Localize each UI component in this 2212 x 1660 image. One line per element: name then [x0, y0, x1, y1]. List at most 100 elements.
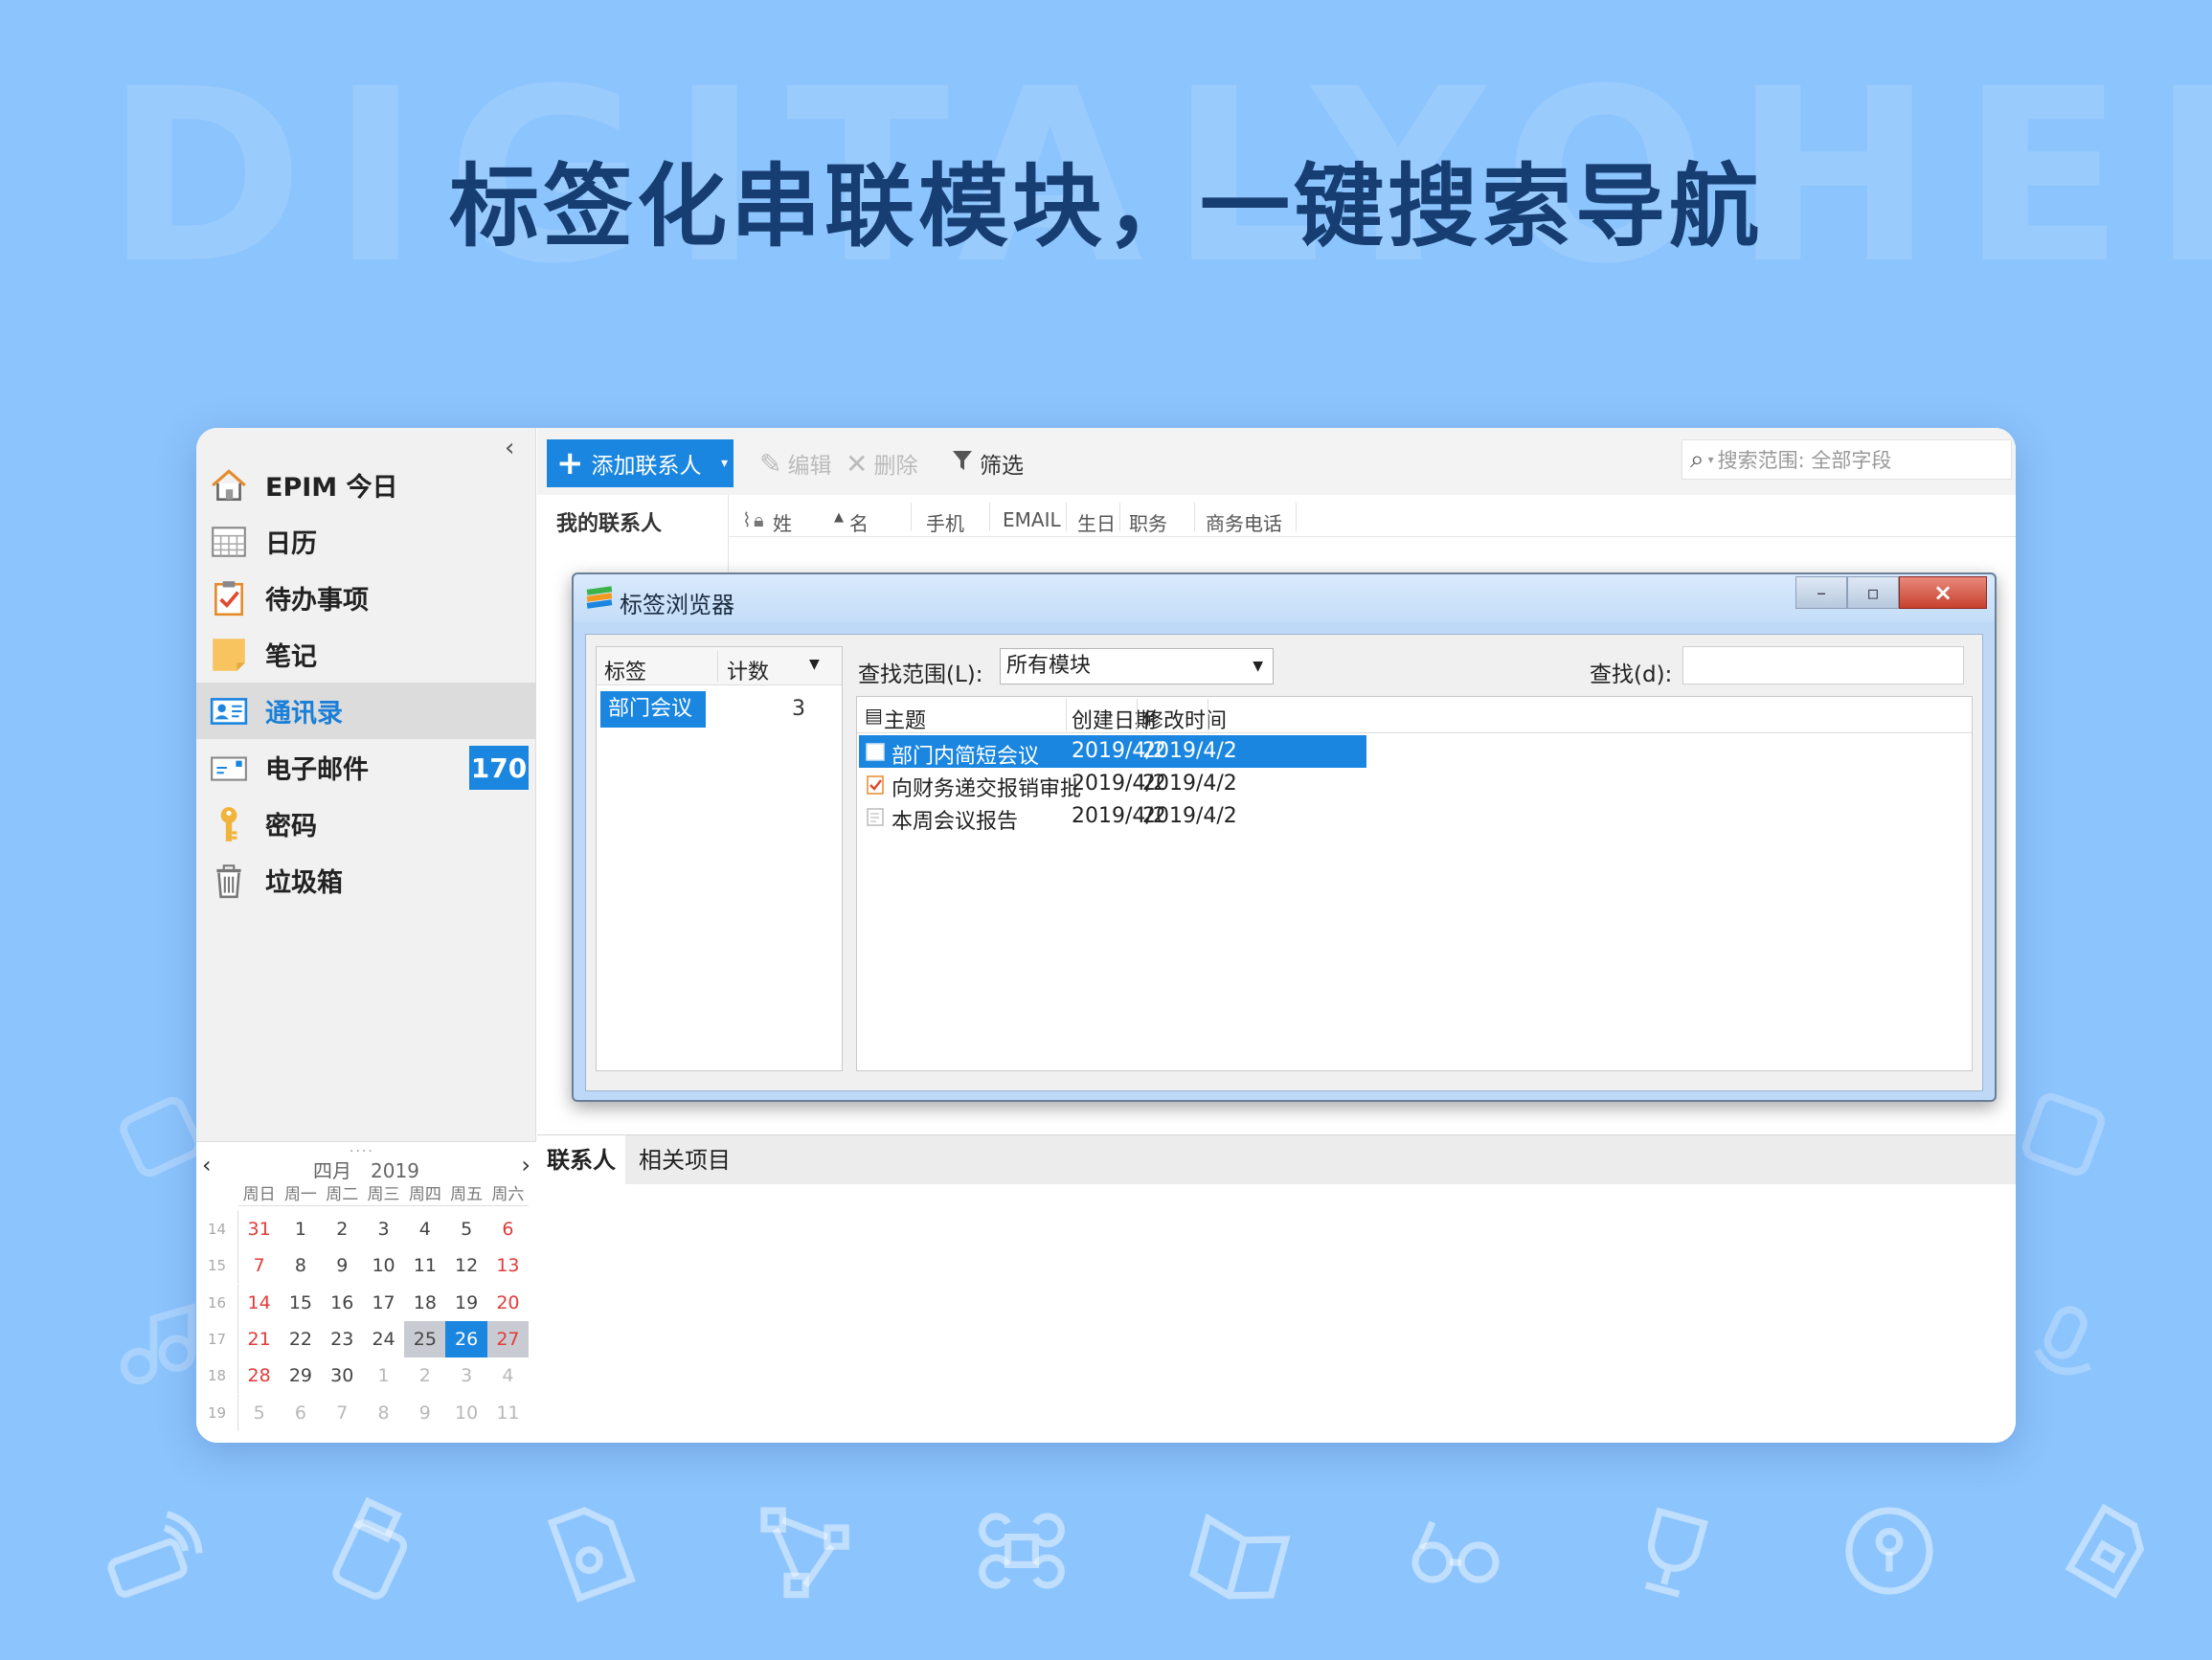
calendar-day[interactable]: 17	[363, 1285, 404, 1321]
delete-button[interactable]: ✕ 删除	[846, 439, 917, 487]
calendar-day[interactable]: 2	[322, 1211, 363, 1247]
calendar-day[interactable]: 11	[404, 1247, 445, 1284]
calendar-day[interactable]: 1	[280, 1211, 321, 1247]
decorative-usb-icon	[313, 1493, 428, 1608]
sidebar-item-passwords[interactable]: 密码	[196, 796, 536, 852]
search-scope-dropdown-icon[interactable]: ▾	[1708, 453, 1714, 466]
result-subject: 本周会议报告	[892, 810, 1019, 834]
sidebar-item-calendar[interactable]: 日历	[196, 513, 536, 570]
column-header-mobile[interactable]: 手机	[926, 508, 964, 536]
result-row[interactable]: 向财务递交报销审批 2019/4/2 2019/4/2	[859, 768, 1366, 801]
close-button[interactable]: ×	[1899, 576, 1987, 609]
column-header-title[interactable]: 职务	[1129, 508, 1167, 536]
calendar-day[interactable]: 1	[363, 1357, 404, 1394]
tab-related-items[interactable]: 相关项目	[629, 1135, 740, 1185]
calendar-day[interactable]: 4	[404, 1211, 445, 1247]
calendar-day[interactable]: 9	[404, 1395, 445, 1431]
lock-icon: 🔒︎	[754, 508, 764, 531]
column-header-count[interactable]: 计数	[727, 655, 769, 685]
result-row[interactable]: 本周会议报告 2019/4/2 2019/4/2	[859, 800, 1366, 834]
calendar-day[interactable]: 13	[487, 1247, 529, 1284]
calendar-day[interactable]: 11	[487, 1395, 529, 1431]
sidebar-item-today[interactable]: EPIM 今日	[196, 457, 536, 513]
calendar-day[interactable]: 14	[238, 1285, 280, 1321]
calendar-day[interactable]: 16	[322, 1285, 363, 1321]
tab-contact[interactable]: 联系人	[537, 1135, 625, 1185]
result-row[interactable]: 部门内简短会议 2019/4/2 2019/4/2	[859, 735, 1366, 769]
calendar-day[interactable]: 28	[238, 1357, 280, 1394]
calendar-day[interactable]: 8	[363, 1395, 404, 1431]
sidebar-item-contacts[interactable]: 通讯录	[196, 683, 536, 739]
calendar-day[interactable]: 5	[445, 1211, 486, 1247]
column-header-firstname[interactable]: 名	[849, 508, 869, 536]
decorative-keyhole-icon	[1832, 1493, 1947, 1608]
calendar-day[interactable]: 3	[363, 1211, 404, 1247]
sidebar-item-label: 待办事项	[265, 586, 369, 616]
calendar-next-month-button[interactable]: ›	[521, 1152, 530, 1178]
calendar-day[interactable]: 21	[238, 1321, 280, 1357]
calendar-day[interactable]: 3	[445, 1357, 486, 1394]
scope-select[interactable]: 所有模块 ▼	[1000, 648, 1274, 684]
find-input[interactable]	[1682, 646, 1964, 684]
dropdown-arrow-icon[interactable]: ▾	[721, 456, 728, 471]
chevron-down-icon[interactable]: ▼	[809, 657, 820, 672]
calendar-day[interactable]: 23	[322, 1321, 363, 1357]
sidebar-item-email[interactable]: 电子邮件 170	[196, 739, 536, 796]
maximize-button[interactable]: ▫	[1847, 576, 1899, 609]
calendar-day[interactable]: 24	[363, 1321, 404, 1357]
calendar-day[interactable]: 7	[238, 1247, 280, 1284]
calendar-day[interactable]: 19	[445, 1285, 486, 1321]
add-contact-label: 添加联系人	[591, 454, 702, 479]
calendar-day[interactable]: 9	[322, 1247, 363, 1284]
minimize-button[interactable]: –	[1795, 576, 1847, 609]
filter-button[interactable]: 筛选	[951, 439, 1024, 487]
calendar-day[interactable]: 7	[322, 1395, 363, 1431]
column-header-modified[interactable]: 修改时间	[1142, 704, 1227, 734]
scope-label: 查找范围(L):	[858, 662, 983, 687]
sidebar-item-notes[interactable]: 笔记	[196, 626, 536, 683]
column-header-email[interactable]: EMAIL	[1003, 508, 1061, 531]
delete-label: 删除	[873, 454, 918, 479]
detail-tabs: 联系人 相关项目	[537, 1134, 2016, 1185]
calendar-day[interactable]: 29	[280, 1357, 321, 1394]
calendar-day[interactable]: 18	[404, 1285, 445, 1321]
decorative-router-icon	[96, 1493, 211, 1608]
edit-button[interactable]: ✎ 编辑	[759, 439, 831, 487]
contacts-icon	[208, 690, 250, 732]
dialog-titlebar[interactable]: 标签浏览器 – ▫ ×	[574, 574, 1995, 622]
calendar-day[interactable]: 15	[280, 1285, 321, 1321]
calendar-day[interactable]: 27	[486, 1321, 530, 1358]
result-subject: 向财务递交报销审批	[892, 777, 1082, 801]
column-header-tag[interactable]: 标签	[604, 655, 646, 685]
calendar-day[interactable]: 12	[445, 1247, 486, 1284]
column-header-business-phone[interactable]: 商务电话	[1206, 508, 1282, 536]
sidebar-item-todo[interactable]: 待办事项	[196, 570, 536, 626]
calendar-week-row: 17 21 22 23 24 25 26 27	[196, 1321, 530, 1358]
sidebar-item-label: 日历	[265, 529, 317, 559]
my-contacts-group[interactable]: 我的联系人	[556, 506, 662, 537]
calendar-day[interactable]: 26	[445, 1321, 487, 1358]
calendar-month-title[interactable]: 四月 2019	[196, 1155, 536, 1183]
sidebar: ‹ EPIM 今日 日历 待办事项 笔记 通讯录 电子邮件 170 密码 垃圾箱…	[196, 428, 536, 1443]
calendar-day[interactable]: 10	[445, 1395, 486, 1431]
column-header-lastname[interactable]: 姓	[773, 508, 792, 536]
search-box[interactable]: ⌕ ▾ 搜索范围: 全部字段	[1682, 439, 2012, 480]
calendar-day[interactable]: 10	[363, 1247, 404, 1284]
calendar-day[interactable]: 20	[487, 1285, 529, 1321]
calendar-day[interactable]: 5	[238, 1395, 280, 1431]
tag-item[interactable]: 部门会议 3	[600, 691, 836, 728]
calendar-day[interactable]: 2	[404, 1357, 445, 1394]
calendar-day[interactable]: 31	[238, 1211, 280, 1247]
calendar-day[interactable]: 22	[280, 1321, 321, 1357]
calendar-day[interactable]: 30	[322, 1357, 363, 1394]
column-header-subject[interactable]: 主题	[884, 704, 926, 734]
calendar-day[interactable]: 6	[487, 1211, 529, 1247]
sidebar-item-trash[interactable]: 垃圾箱	[196, 852, 536, 909]
calendar-day[interactable]: 4	[487, 1357, 529, 1394]
calendar-day[interactable]: 6	[280, 1395, 321, 1431]
add-contact-button[interactable]: + 添加联系人 ▾	[547, 439, 734, 487]
search-input[interactable]: 搜索范围: 全部字段	[1718, 445, 1892, 474]
calendar-day[interactable]: 25	[404, 1321, 446, 1358]
calendar-day[interactable]: 8	[280, 1247, 321, 1284]
column-header-birthday[interactable]: 生日	[1077, 508, 1116, 536]
